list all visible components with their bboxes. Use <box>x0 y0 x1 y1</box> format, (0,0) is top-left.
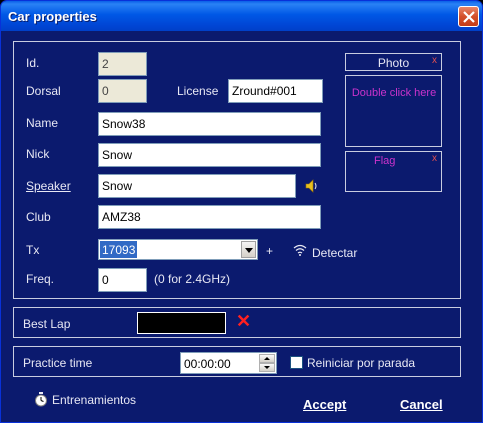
id-field[interactable]: 2 <box>98 52 147 76</box>
accept-button[interactable]: Accept <box>303 397 346 412</box>
name-field[interactable]: Snow38 <box>98 112 321 136</box>
club-label: Club <box>26 210 51 224</box>
flag-area[interactable]: Flag <box>345 151 442 192</box>
license-field[interactable]: Zround#001 <box>228 79 323 103</box>
nick-label: Nick <box>26 147 50 161</box>
practice-time-stepper[interactable] <box>259 354 275 372</box>
license-label: License <box>177 84 219 98</box>
dorsal-field[interactable]: 0 <box>98 79 147 103</box>
photo-remove-button[interactable]: x <box>432 55 437 66</box>
reset-on-stop-label: Reiniciar por parada <box>307 356 416 370</box>
chevron-down-icon <box>264 366 270 369</box>
speaker-icon[interactable] <box>305 179 319 193</box>
photo-header: Photo <box>345 53 442 71</box>
cancel-button[interactable]: Cancel <box>400 397 443 412</box>
flag-title: Flag <box>374 155 396 167</box>
freq-field[interactable]: 0 <box>98 268 147 292</box>
chevron-up-icon <box>264 357 270 360</box>
name-label: Name <box>26 116 59 130</box>
tx-dropdown-button[interactable] <box>241 241 256 258</box>
tx-select[interactable]: 17093 <box>98 239 258 260</box>
practice-time-label: Practice time <box>23 356 93 370</box>
close-icon <box>463 11 475 23</box>
best-lap-value <box>137 312 226 334</box>
practice-time-value: 00:00:00 <box>184 357 231 371</box>
tx-plus-button[interactable]: + <box>266 244 273 258</box>
spin-down-button[interactable] <box>259 363 275 372</box>
tx-selected-value: 17093 <box>100 241 138 258</box>
club-field[interactable]: AMZ38 <box>98 205 321 229</box>
window-title: Car properties <box>8 9 97 24</box>
chevron-down-icon <box>245 248 253 253</box>
practice-time-input[interactable]: 00:00:00 <box>180 352 277 374</box>
clear-best-lap-icon[interactable]: ✕ <box>236 311 251 332</box>
best-lap-label: Best Lap <box>23 317 71 331</box>
car-properties-window: Car properties Id. 2 Dorsal 0 License Zr… <box>0 0 483 423</box>
id-label: Id. <box>26 56 40 70</box>
dorsal-label: Dorsal <box>26 84 61 98</box>
freq-label: Freq. <box>26 272 55 286</box>
flag-remove-button[interactable]: x <box>432 153 437 164</box>
photo-hint: Double click here <box>351 87 437 99</box>
title-bar[interactable]: Car properties <box>1 1 482 31</box>
speaker-field[interactable]: Snow <box>98 174 296 198</box>
reset-on-stop-checkbox[interactable] <box>290 356 303 369</box>
trainings-button[interactable]: Entrenamientos <box>52 393 136 407</box>
wifi-icon <box>293 244 307 256</box>
close-button[interactable] <box>458 6 479 27</box>
spin-up-button[interactable] <box>259 354 275 363</box>
photo-area[interactable]: Double click here <box>345 75 442 147</box>
detect-button[interactable]: Detectar <box>312 246 357 260</box>
nick-field[interactable]: Snow <box>98 143 321 167</box>
freq-hint: (0 for 2.4GHz) <box>154 272 231 286</box>
stopwatch-icon <box>35 392 47 407</box>
photo-title: Photo <box>377 56 410 70</box>
speaker-label: Speaker <box>26 179 71 193</box>
tx-label: Tx <box>26 243 40 257</box>
